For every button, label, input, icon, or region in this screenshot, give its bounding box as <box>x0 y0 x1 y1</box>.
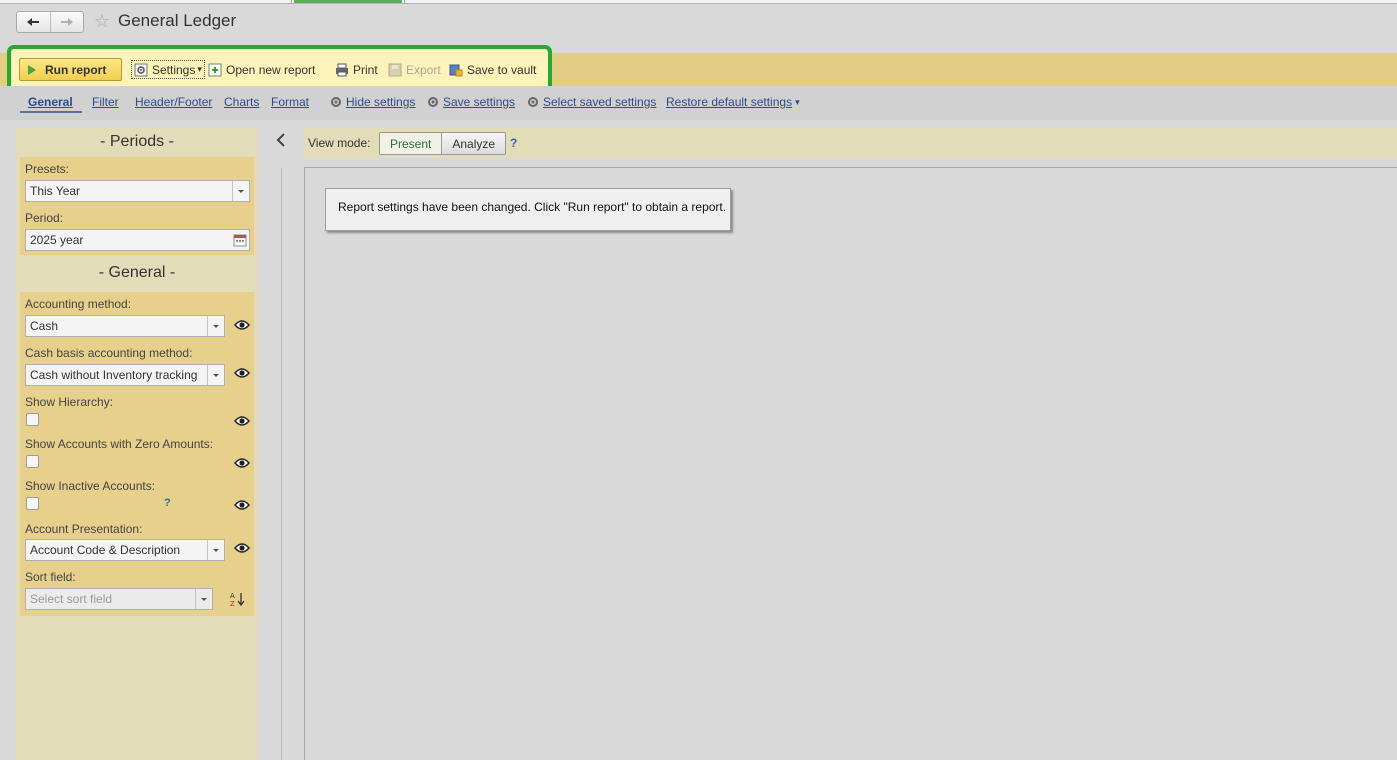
accounting-method-select[interactable]: Cash <box>25 315 225 337</box>
play-icon <box>28 64 36 75</box>
settings-label: Settings <box>152 62 196 77</box>
print-label: Print <box>353 62 378 77</box>
active-tab-indicator <box>20 111 82 113</box>
sort-az-icon[interactable]: A Z <box>229 591 245 607</box>
chevron-down-icon[interactable] <box>207 540 224 560</box>
cash-basis-value: Cash without Inventory tracking <box>30 368 198 382</box>
run-report-button[interactable]: Run report <box>19 58 122 81</box>
sort-field-placeholder: Select sort field <box>30 592 113 606</box>
chevron-down-icon[interactable] <box>207 316 224 336</box>
panel-divider <box>281 168 282 760</box>
save-to-vault-button[interactable]: Save to vault <box>449 58 536 81</box>
show-zero-amounts-checkbox[interactable] <box>26 455 39 468</box>
period-value: 2025 year <box>30 233 84 247</box>
sort-field-label: Sort field: <box>25 570 76 584</box>
account-presentation-label: Account Presentation: <box>25 522 143 536</box>
new-report-icon <box>208 63 222 76</box>
sort-field-select[interactable]: Select sort field <box>25 588 213 610</box>
eye-icon[interactable] <box>234 499 250 511</box>
svg-text:Z: Z <box>230 600 235 607</box>
chevron-down-icon[interactable] <box>195 589 212 609</box>
tab-format[interactable]: Format <box>271 95 309 109</box>
chevron-down-icon[interactable] <box>207 365 224 385</box>
cash-basis-select[interactable]: Cash without Inventory tracking <box>25 364 225 386</box>
account-presentation-select[interactable]: Account Code & Description <box>25 539 225 561</box>
eye-icon[interactable] <box>234 415 250 427</box>
general-section-title: - General - <box>98 264 176 281</box>
dropdown-caret-icon: ▾ <box>197 64 202 74</box>
view-mode-label: View mode: <box>308 136 371 150</box>
gear-icon <box>428 97 438 107</box>
analyze-mode-button[interactable]: Analyze <box>442 133 506 154</box>
gear-icon <box>528 97 538 107</box>
printer-icon <box>336 63 348 76</box>
export-button[interactable]: Export <box>388 58 441 81</box>
account-presentation-value: Account Code & Description <box>30 543 181 557</box>
show-hierarchy-label: Show Hierarchy: <box>25 395 114 409</box>
tab-general[interactable]: General <box>28 95 73 109</box>
show-inactive-accounts-checkbox[interactable] <box>26 497 39 510</box>
presets-label: Presets: <box>25 162 70 176</box>
present-mode-button[interactable]: Present <box>380 133 443 154</box>
page-title: General Ledger <box>118 11 237 30</box>
save-settings-label: Save settings <box>443 95 516 109</box>
calendar-icon[interactable] <box>233 233 247 250</box>
print-button[interactable]: Print <box>335 58 378 81</box>
restore-default-settings-label: Restore default settings <box>666 95 793 109</box>
forward-button[interactable] <box>49 12 84 32</box>
save-settings-link[interactable]: Save settings <box>426 95 515 109</box>
open-new-report-label: Open new report <box>226 62 316 77</box>
help-icon[interactable]: ? <box>164 497 171 509</box>
hide-settings-link[interactable]: Hide settings <box>329 95 415 109</box>
restore-default-settings-link[interactable]: Restore default settings ▾ <box>666 95 800 109</box>
period-field[interactable]: 2025 year <box>25 229 250 251</box>
eye-icon[interactable] <box>234 542 250 554</box>
view-mode-help-icon[interactable]: ? <box>510 136 517 150</box>
save-to-vault-label: Save to vault <box>467 62 537 77</box>
favorite-star-icon[interactable]: ☆ <box>92 12 112 32</box>
export-disk-icon <box>388 63 402 76</box>
export-label: Export <box>406 62 441 77</box>
tab-header-footer[interactable]: Header/Footer <box>135 95 212 109</box>
period-label: Period: <box>25 211 64 225</box>
hide-settings-label: Hide settings <box>346 95 416 109</box>
arrow-right-icon <box>60 18 73 26</box>
eye-icon[interactable] <box>234 457 250 469</box>
arrow-left-icon <box>27 18 40 26</box>
dropdown-caret-icon: ▾ <box>795 96 800 107</box>
accounting-method-value: Cash <box>30 319 59 333</box>
navigation-buttons <box>16 11 84 33</box>
show-zero-amounts-label: Show Accounts with Zero Amounts: <box>25 437 214 451</box>
top-tab-strip <box>0 0 1397 4</box>
chevron-down-icon[interactable] <box>232 181 249 201</box>
back-button[interactable] <box>17 12 50 32</box>
presets-value: This Year <box>30 184 81 198</box>
gear-icon <box>331 97 341 107</box>
view-mode-toggle: Present Analyze <box>379 132 507 155</box>
eye-icon[interactable] <box>234 367 250 379</box>
select-saved-settings-label: Select saved settings <box>543 95 657 109</box>
run-report-label: Run report <box>45 62 107 77</box>
tab-filter[interactable]: Filter <box>92 95 119 109</box>
settings-gear-icon <box>134 63 148 76</box>
open-new-report-button[interactable]: Open new report <box>208 58 315 81</box>
collapse-panel-icon[interactable] <box>274 132 288 148</box>
svg-text:A: A <box>230 592 235 600</box>
eye-icon[interactable] <box>234 319 250 331</box>
show-hierarchy-checkbox[interactable] <box>26 413 39 426</box>
general-group <box>20 292 254 616</box>
cash-basis-label: Cash basis accounting method: <box>25 346 193 360</box>
periods-section-title: - Periods - <box>100 133 174 150</box>
select-saved-settings-link[interactable]: Select saved settings <box>526 95 656 109</box>
settings-button[interactable]: Settings ▾ <box>131 60 205 79</box>
report-area <box>304 167 1397 760</box>
report-status-message: Report settings have been changed. Click… <box>325 188 731 231</box>
tab-charts[interactable]: Charts <box>224 95 259 109</box>
presets-select[interactable]: This Year <box>25 180 250 202</box>
accounting-method-label: Accounting method: <box>25 297 132 311</box>
vault-icon <box>449 64 463 76</box>
show-inactive-accounts-label: Show Inactive Accounts: <box>25 479 156 493</box>
